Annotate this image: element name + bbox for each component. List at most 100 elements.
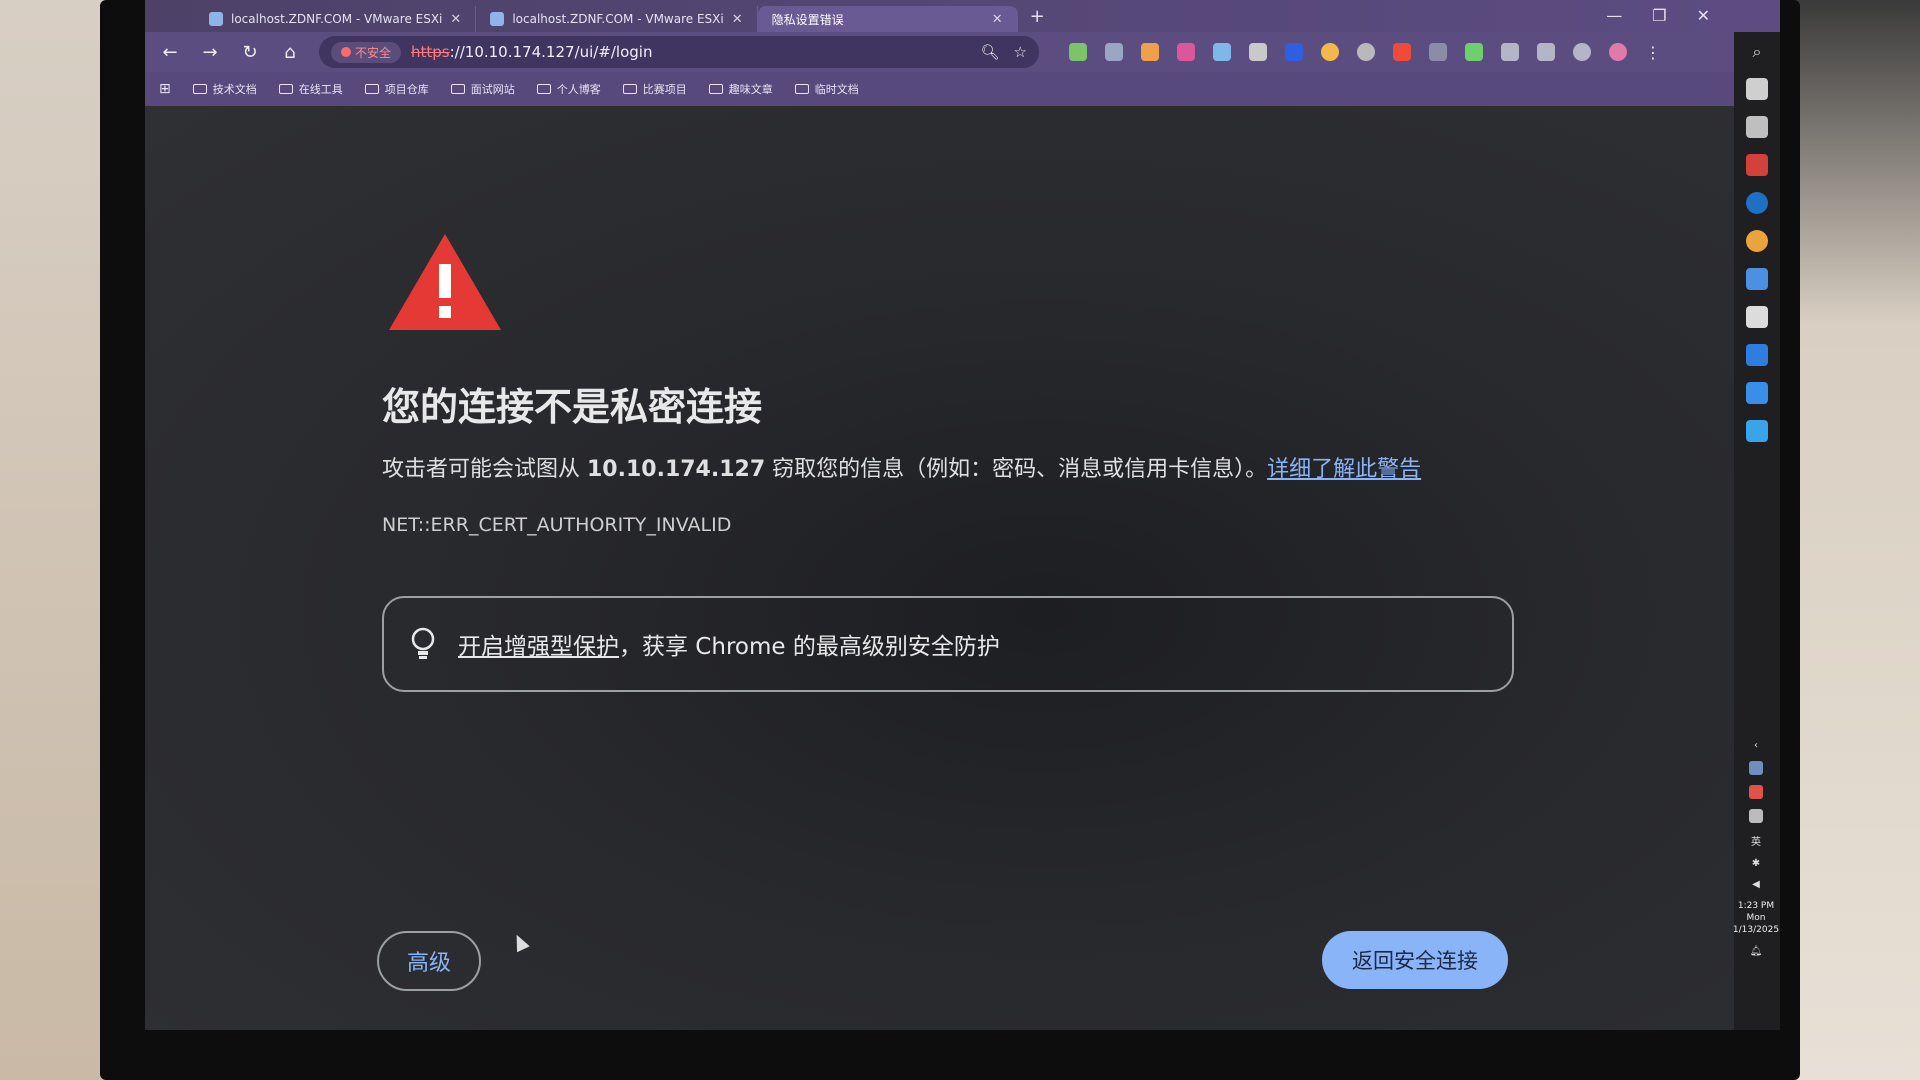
bookmark-folder[interactable]: 趣味文章 — [708, 81, 773, 97]
bookmark-label: 在线工具 — [298, 83, 343, 96]
tab-strip: localhost.ZDNF.COM - VMware ESXi ✕ local… — [145, 0, 1780, 32]
shield-extension-icon[interactable] — [1465, 42, 1483, 61]
sidebar-app-icon[interactable] — [1746, 154, 1768, 176]
close-window-icon[interactable]: ✕ — [1697, 6, 1710, 25]
ime-indicator[interactable]: 英 — [1751, 833, 1761, 848]
folder-icon — [364, 84, 379, 94]
bluetooth-icon[interactable]: ✱ — [1752, 858, 1760, 869]
lightbulb-icon — [411, 627, 435, 659]
extension-icon[interactable] — [1069, 42, 1087, 61]
sidebar-app-icon[interactable] — [1746, 420, 1768, 442]
advanced-button[interactable]: 高级 — [377, 931, 481, 991]
menu-kebab-icon[interactable]: ⋮ — [1645, 43, 1661, 62]
volume-icon[interactable]: ◀︎ — [1752, 879, 1760, 890]
vmware-favicon-icon — [209, 12, 223, 26]
extension-icon[interactable] — [1393, 42, 1411, 61]
enable-enhanced-protection-link[interactable]: 开启增强型保护 — [458, 634, 619, 660]
bookmark-label: 趣味文章 — [728, 83, 773, 96]
extension-icon[interactable] — [1321, 42, 1339, 61]
home-icon[interactable]: ⌂ — [279, 42, 301, 63]
sidebar-app-icon[interactable] — [1746, 382, 1768, 404]
folder-icon — [278, 84, 293, 94]
back-to-safety-button[interactable]: 返回安全连接 — [1322, 931, 1508, 989]
tray-app-icon[interactable] — [1749, 809, 1763, 823]
reload-icon[interactable]: ↻ — [239, 42, 261, 63]
bookmark-folder[interactable]: 个人博客 — [536, 81, 601, 97]
protection-text: 开启增强型保护，获享 Chrome 的最高级别安全防护 — [458, 627, 1000, 661]
puzzle-extensions-icon[interactable] — [1501, 42, 1519, 61]
extension-icon[interactable] — [1105, 42, 1123, 61]
zoom-icon[interactable]: 🔍︎ — [981, 43, 1000, 61]
profile-avatar[interactable] — [1609, 42, 1627, 61]
folder-icon — [192, 84, 207, 94]
tab-label: 隐私设置错误 — [771, 12, 844, 27]
clock-date: 1/13/2025 — [1732, 925, 1780, 935]
vmware-favicon-icon — [490, 12, 505, 26]
tab-esxi-2[interactable]: localhost.ZDNF.COM - VMware ESXi ✕ — [476, 6, 758, 32]
desc-prefix: 攻击者可能会试图从 — [382, 457, 587, 482]
outlook-icon[interactable] — [1746, 344, 1768, 366]
folder-icon — [622, 84, 637, 94]
bookmark-folder[interactable]: 项目仓库 — [364, 81, 429, 97]
close-icon[interactable]: ✕ — [992, 12, 1003, 27]
tray-app-icon[interactable] — [1749, 785, 1763, 799]
folder-icon — [708, 84, 723, 94]
favorites-icon[interactable] — [1537, 42, 1555, 61]
bookmark-label: 个人博客 — [556, 83, 601, 96]
address-bar[interactable]: 不安全 https://10.10.174.127/ui/#/login 🔍︎ … — [319, 36, 1039, 68]
extension-icon[interactable] — [1177, 42, 1195, 61]
tray-app-icon[interactable] — [1749, 761, 1763, 775]
error-description: 攻击者可能会试图从 10.10.174.127 窃取您的信息（例如：密码、消息或… — [382, 451, 1421, 483]
close-icon[interactable]: ✕ — [732, 12, 743, 27]
tab-privacy-error[interactable]: 隐私设置错误 ✕ — [757, 6, 1018, 32]
extension-icon[interactable] — [1429, 42, 1447, 61]
sync-icon[interactable] — [1573, 42, 1591, 61]
clock-time: 1:23 PM — [1737, 901, 1775, 911]
extension-icon[interactable] — [1285, 42, 1303, 61]
url-scheme: https — [411, 43, 450, 61]
apps-grid-icon[interactable]: ⊞ — [159, 81, 171, 97]
restore-icon[interactable]: ❐ — [1652, 6, 1666, 25]
minimize-icon[interactable]: — — [1606, 6, 1622, 25]
url-text[interactable]: https://10.10.174.127/ui/#/login — [411, 43, 652, 61]
sidebar-app-icon[interactable] — [1746, 268, 1768, 290]
notification-bell-icon[interactable]: 🔔︎ — [1750, 946, 1763, 957]
new-tab-plus-icon[interactable]: + — [1018, 6, 1057, 27]
sidebar-app-icon[interactable] — [1746, 78, 1768, 100]
bookmarks-bar: ⊞ 技术文档 在线工具 项目仓库 面试网站 个人博客 比赛项目 趣味文章 临时文… — [145, 72, 1780, 106]
desk-background-right — [1790, 0, 1920, 1080]
sidebar-search-icon[interactable]: ⌕ — [1753, 42, 1762, 62]
forward-arrow-icon[interactable]: → — [199, 42, 221, 63]
bookmark-star-icon[interactable]: ☆ — [1014, 43, 1027, 61]
back-arrow-icon[interactable]: ← — [159, 42, 181, 63]
taskbar-clock[interactable]: 1:23 PM Mon 1/13/2025 — [1733, 900, 1779, 936]
warning-dot-icon — [341, 47, 351, 57]
host-address: 10.10.174.127 — [587, 457, 766, 482]
error-code: NET::ERR_CERT_AUTHORITY_INVALID — [382, 514, 732, 536]
bookmark-folder[interactable]: 比赛项目 — [622, 81, 687, 97]
bookmark-label: 面试网站 — [470, 83, 515, 96]
page-title: 您的连接不是私密连接 — [382, 385, 763, 429]
close-icon[interactable]: ✕ — [450, 12, 461, 27]
chrome-icon[interactable] — [1746, 230, 1768, 252]
not-secure-label: 不安全 — [355, 45, 392, 60]
extension-icon[interactable] — [1213, 42, 1231, 61]
sidebar-app-icon[interactable] — [1746, 306, 1768, 328]
extension-icon[interactable] — [1357, 42, 1375, 61]
extension-icon[interactable] — [1249, 42, 1267, 61]
browser-window: localhost.ZDNF.COM - VMware ESXi ✕ local… — [145, 0, 1780, 1030]
bookmark-folder[interactable]: 在线工具 — [278, 81, 343, 97]
sidebar-app-icon[interactable] — [1746, 116, 1768, 138]
chevron-up-icon[interactable]: ‹ — [1754, 740, 1758, 751]
tab-esxi-1[interactable]: localhost.ZDNF.COM - VMware ESXi ✕ — [195, 6, 477, 32]
learn-more-link[interactable]: 详细了解此警告 — [1267, 457, 1421, 482]
warning-triangle-icon — [389, 234, 501, 330]
bookmark-folder[interactable]: 面试网站 — [450, 81, 515, 97]
bookmark-folder[interactable]: 技术文档 — [192, 81, 257, 97]
sidebar-app-icon[interactable] — [1746, 192, 1768, 214]
not-secure-chip[interactable]: 不安全 — [331, 41, 402, 63]
bookmark-folder[interactable]: 临时文档 — [794, 81, 859, 97]
system-tray: ‹ 英 ✱ ◀︎ 1:23 PM Mon 1/13/2025 🔔︎ — [1733, 740, 1779, 957]
extension-icon[interactable] — [1141, 42, 1159, 61]
interstitial-page: 您的连接不是私密连接 攻击者可能会试图从 10.10.174.127 窃取您的信… — [145, 106, 1780, 1030]
